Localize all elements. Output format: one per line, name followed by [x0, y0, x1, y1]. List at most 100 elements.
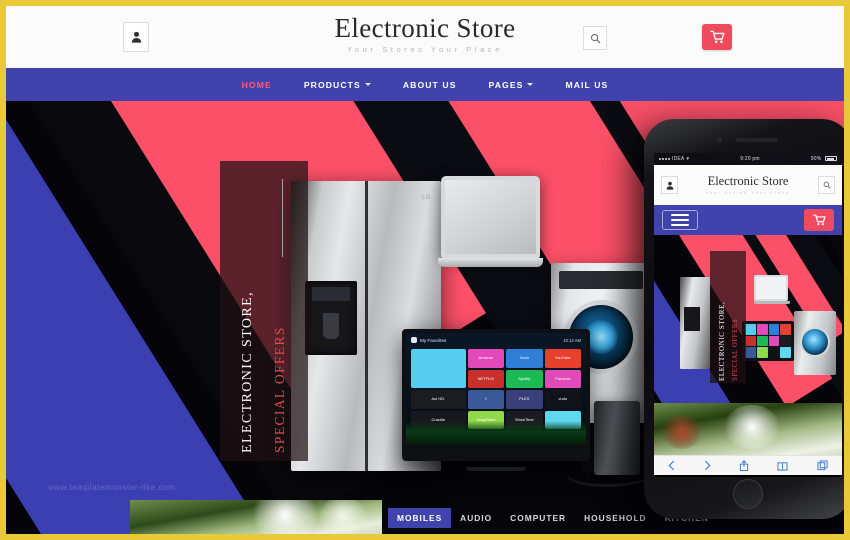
browser-page: Electronic Store Your Stores Your Place … [0, 0, 850, 540]
tv-app-tile: YouTube [544, 349, 581, 368]
battery-icon [825, 156, 837, 162]
status-right: 90% [811, 156, 837, 162]
forward-chevron-icon[interactable] [704, 460, 711, 471]
laptop-product-image [438, 176, 543, 296]
tabs-icon[interactable] [817, 460, 828, 471]
hamburger-menu-button[interactable] [662, 210, 698, 230]
phone-mockup: IDEA ▾ 9:20 pm 90% Electronic Store Your… [644, 119, 844, 519]
tv-topbar: My Favorites 10:12 AM [411, 337, 581, 343]
phone-brand: Electronic Store Your Stores Your Place [678, 175, 818, 195]
tv-stand [466, 467, 526, 471]
tv-app-tile: f [467, 390, 505, 409]
chevron-down-icon [527, 83, 534, 86]
phone-refrigerator-image [680, 277, 710, 369]
phone-earpiece [736, 138, 778, 142]
category-tab-audio[interactable]: AUDIO [451, 508, 501, 528]
laptop-base [438, 258, 543, 267]
phone-search-button[interactable] [818, 176, 835, 194]
phone-status-bar: IDEA ▾ 9:20 pm 90% [654, 153, 842, 165]
nav-item-pages[interactable]: PAGES [473, 80, 550, 90]
tv-app-grid: Amazon Vudu YouTube NETFLIX Spotify Pand… [411, 349, 581, 429]
account-button[interactable] [123, 22, 149, 52]
carrier-label: IDEA [672, 156, 685, 162]
washer-control-panel [559, 271, 643, 289]
phone-brand-tagline: Your Stores Your Place [705, 189, 791, 195]
tv-app-tile: vudu [544, 390, 581, 409]
tv-bezel: My Favorites 10:12 AM Amazon Vudu YouTub… [402, 329, 590, 461]
laptop-lid [754, 275, 788, 301]
nav-item-products[interactable]: PRODUCTS [288, 80, 387, 90]
phone-navigation [654, 205, 842, 235]
photo-bokeh [320, 500, 366, 534]
laptop-lid [441, 176, 540, 258]
fridge-dispenser [684, 307, 700, 331]
status-left: IDEA ▾ [659, 156, 689, 162]
cart-button[interactable] [702, 24, 732, 50]
photo-bokeh [724, 405, 780, 449]
phone-account-button[interactable] [661, 176, 678, 194]
washer-door [802, 329, 828, 355]
nav-item-about-us[interactable]: ABOUT US [387, 80, 473, 90]
phone-home-button[interactable] [733, 479, 763, 509]
wifi-icon: ▾ [686, 156, 690, 162]
phone-featured-photo[interactable] [654, 403, 842, 455]
hero-banner: LG My Favorites 10:12 AM Amazon Vudu You… [6, 101, 844, 534]
tv-favorites: My Favorites [411, 337, 446, 343]
tv-app-tile: Vudu [506, 349, 543, 368]
shopping-cart-icon [812, 214, 826, 226]
dispenser-screen [312, 287, 350, 301]
nav-item-mail-us[interactable]: MAIL US [549, 80, 624, 90]
tv-app-tile: Amazon [467, 349, 505, 368]
dispenser-nozzle [323, 313, 339, 339]
bookmarks-icon[interactable] [777, 461, 788, 471]
phone-washing-machine-image [794, 311, 836, 375]
featured-photo-card[interactable] [130, 500, 382, 534]
photo-bokeh [662, 415, 702, 449]
banner-caption-subtitle: SPECIAL OFFERS [272, 326, 287, 453]
page-inner: Electronic Store Your Stores Your Place … [6, 6, 844, 534]
nav-label: PRODUCTS [303, 79, 361, 90]
photo-bokeh [250, 500, 320, 534]
category-tab-household[interactable]: HOUSEHOLD [575, 508, 656, 528]
battery-percent-label: 90% [810, 156, 822, 162]
phone-television-image [742, 321, 794, 361]
chevron-down-icon [364, 83, 371, 86]
phone-caption-panel [710, 251, 746, 383]
phone-browser-toolbar [654, 455, 842, 475]
phone-caption-title: ELECTRONIC STORE, [718, 301, 726, 381]
share-icon[interactable] [739, 460, 749, 471]
banner-watermark: www.templatemonster-like.com [48, 483, 176, 492]
fridge-dispenser [305, 281, 357, 355]
phone-laptop-image [754, 275, 790, 309]
laptop-base [754, 301, 790, 304]
category-tab-computer[interactable]: COMPUTER [501, 508, 575, 528]
status-clock: 9:20 pm [740, 156, 760, 162]
nav-item-home[interactable]: HOME [226, 80, 288, 90]
phone-cart-button[interactable] [804, 209, 834, 231]
nav-label: ABOUT US [402, 79, 457, 90]
laptop-screen [445, 180, 536, 254]
banner-caption-title: ELECTRONIC STORE, [240, 291, 255, 453]
tv-app-tile: NETFLIX [467, 369, 505, 388]
phone-hero-banner: ELECTRONIC STORE, SPECIAL OFFERS [654, 235, 842, 403]
shopping-cart-icon [709, 30, 724, 44]
tv-app-tile: Spotify [506, 369, 543, 388]
signal-strength-icon [659, 158, 670, 160]
back-chevron-icon[interactable] [668, 460, 675, 471]
tv-landscape-backdrop [406, 421, 586, 445]
search-icon [823, 181, 831, 189]
tv-screen: My Favorites 10:12 AM Amazon Vudu YouTub… [406, 333, 586, 445]
search-button[interactable] [583, 26, 607, 50]
main-navigation: HOME PRODUCTS ABOUT US PAGES MAIL US [6, 68, 844, 101]
fridge-door-gap [365, 181, 368, 471]
favorites-icon [411, 337, 417, 343]
nav-label: HOME [241, 79, 272, 90]
user-icon [666, 181, 673, 190]
user-icon [131, 31, 141, 43]
phone-site-header: Electronic Store Your Stores Your Place [654, 165, 842, 205]
search-icon [590, 33, 601, 44]
tv-app-grid [744, 323, 792, 359]
banner-caption-panel [220, 161, 308, 461]
category-tab-mobiles[interactable]: MOBILES [388, 508, 452, 528]
tv-app-tile [411, 349, 466, 388]
